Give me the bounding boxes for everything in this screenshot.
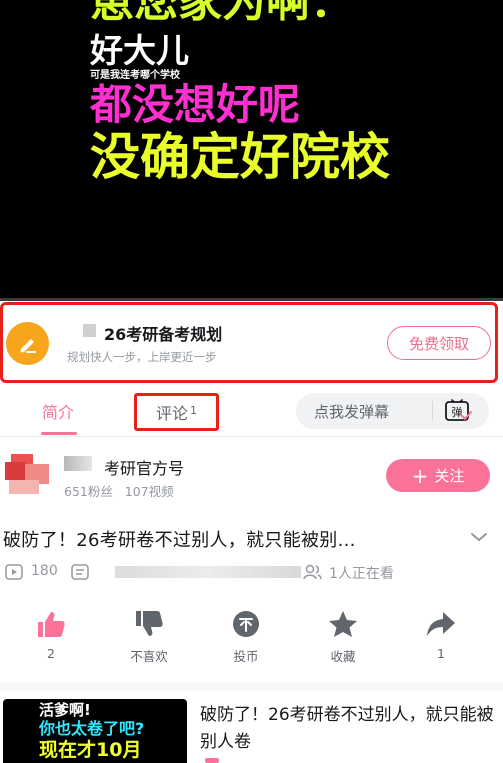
share-count: 1 [437, 646, 445, 661]
like-button[interactable]: 2 [21, 610, 81, 661]
dislike-icon [136, 611, 163, 636]
thumbnail-caption: 活爹啊! [39, 701, 91, 719]
tab-intro[interactable]: 简介 [42, 399, 74, 423]
viewers-icon [303, 564, 322, 580]
active-tab-indicator [41, 432, 77, 435]
play-count: 180 [31, 563, 58, 579]
divider [432, 401, 433, 421]
blurred-logo [83, 324, 96, 337]
video-caption: 没确定好院校 [90, 128, 390, 186]
coin-button[interactable]: 投币 [216, 610, 276, 665]
video-progress-bar[interactable] [0, 298, 503, 301]
like-count: 2 [47, 646, 55, 661]
video-meta: 180 1人正在看 [3, 562, 498, 582]
star-icon [329, 611, 357, 637]
play-count-icon [5, 564, 23, 580]
fans-count: 651粉丝 [64, 484, 113, 499]
thumbnail-caption: 现在才10月 [39, 739, 142, 761]
video-caption: 好大儿 [90, 31, 189, 70]
video-caption: 都没想好呢 [90, 80, 301, 129]
blurred-info [115, 566, 301, 578]
like-icon [38, 612, 65, 637]
avatar[interactable] [5, 452, 51, 496]
dislike-button[interactable]: 不喜欢 [119, 610, 179, 665]
viewers-count: 1人正在看 [329, 566, 394, 582]
danmaku-count-icon [71, 564, 89, 580]
favorite-label: 收藏 [330, 649, 356, 664]
share-icon [427, 612, 455, 636]
related-video-title[interactable]: 破防了！26考研卷不过别人，就只能被别人卷 [200, 702, 496, 756]
svg-text:弹: 弹 [452, 405, 463, 419]
pencil-icon [6, 322, 49, 365]
coin-icon [233, 611, 259, 637]
tab-comment-label: 评论 [155, 404, 188, 423]
favorite-button[interactable]: 收藏 [313, 610, 373, 665]
thumbnail-caption: 你也太卷了吧? [39, 719, 145, 738]
free-claim-button[interactable]: 免费领取 [387, 326, 491, 360]
promo-banner[interactable]: 26考研备考规划 规划快人一步，上岸更近一步 免费领取 [0, 302, 498, 383]
follow-label: 关注 [434, 467, 465, 485]
uploader-name[interactable]: 考研官方号 [104, 455, 184, 479]
tab-comment[interactable]: 评论 1 [134, 393, 219, 431]
promo-subtitle: 规划快人一步，上岸更近一步 [67, 350, 217, 364]
tab-bar: 简介 评论 1 点我发弹幕 弹 [0, 385, 503, 437]
video-player[interactable]: 崽您家为啊： 好大儿 可是我连考哪个学校 都没想好呢 没确定好院校 [0, 0, 503, 300]
danmaku-placeholder: 点我发弹幕 [314, 403, 390, 421]
danmaku-input[interactable]: 点我发弹幕 弹 [296, 393, 489, 429]
chevron-down-icon[interactable] [470, 530, 488, 544]
comment-count: 1 [190, 403, 197, 417]
video-title: 破防了！26考研卷不过别人，就只能被别... [3, 530, 356, 551]
video-caption: 崽您家为啊： [90, 0, 354, 27]
related-video-thumbnail[interactable]: 活爹啊! 你也太卷了吧? 现在才10月 [3, 699, 187, 763]
promo-title: 26考研备考规划 [104, 325, 223, 344]
danmaku-toggle-icon[interactable]: 弹 [444, 399, 472, 423]
uploader-stats: 651粉丝 107视频 [64, 481, 174, 500]
plus-icon: + [411, 463, 429, 488]
share-button[interactable]: 1 [411, 610, 471, 661]
dislike-label: 不喜欢 [130, 649, 168, 664]
section-divider [0, 683, 503, 691]
related-tag [205, 758, 219, 763]
follow-button[interactable]: + 关注 [386, 459, 490, 492]
coin-label: 投币 [233, 649, 259, 664]
videos-count: 107视频 [124, 484, 174, 499]
blurred-name [64, 456, 92, 471]
